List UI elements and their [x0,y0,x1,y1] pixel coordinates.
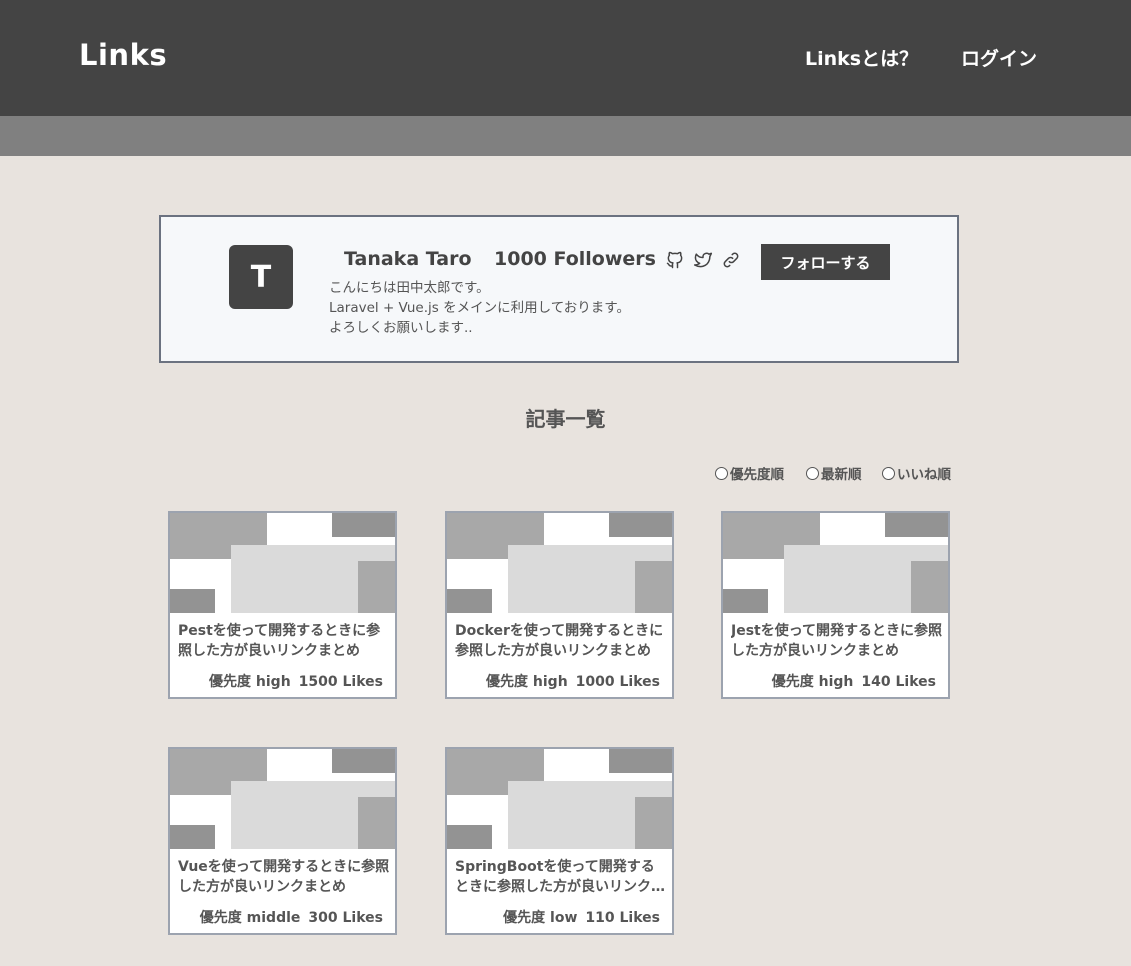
profile-bio: こんにちは田中太郎です。 Laravel + Vue.js をメインに利用してお… [329,278,630,338]
article-title: Pestを使って開発するときに参照した方が良いリンクまとめ [178,623,381,659]
article-title: Jestを使って開発するときに参照した方が良いリンクまとめ [731,623,943,659]
nav-about-link[interactable]: Linksとは？ [805,44,918,71]
sort-newest-radio[interactable]: 最新順 [806,463,862,483]
article-meta: 優先度 high 140 Likes [772,671,936,691]
nav-login-link[interactable]: ログイン [961,44,1037,71]
article-thumbnail [170,749,395,849]
article-priority: 優先度 high [209,674,291,690]
avatar: T [229,245,293,309]
article-thumbnail [447,749,672,849]
article-meta: 優先度 high 1500 Likes [209,671,383,691]
radio-circle[interactable] [715,466,728,480]
github-icon[interactable] [665,250,685,270]
sort-likes-radio[interactable]: いいね順 [882,463,951,483]
article-title: Dockerを使って開発するときに参照した方が良いリンクまとめ [455,623,664,659]
follow-button[interactable]: フォローする [761,244,890,280]
article-card[interactable]: Vueを使って開発するときに参照した方が良いリンクまとめ 優先度 middle 3… [168,747,397,935]
top-header: Links Linksとは？ ログイン [0,0,1131,116]
article-likes: 110 Likes [585,910,660,926]
article-priority: 優先度 high [486,674,568,690]
article-thumbnail [170,513,395,613]
article-likes: 300 Likes [308,910,383,926]
article-meta: 優先度 middle 300 Likes [200,907,383,927]
article-likes: 1000 Likes [575,674,660,690]
link-icon[interactable] [721,250,741,270]
twitter-icon[interactable] [693,250,713,270]
article-card[interactable]: Dockerを使って開発するときに参照した方が良いリンクまとめ 優先度 high… [445,511,674,699]
article-likes: 140 Likes [861,674,936,690]
articles-heading: 記事一覧 [525,407,606,431]
article-card[interactable]: Jestを使って開発するときに参照した方が良いリンクまとめ 優先度 high 14… [721,511,950,699]
sort-label: 最新順 [821,467,862,483]
sub-header-bar [0,116,1131,156]
article-card[interactable]: SpringBootを使って開発するときに参照した方が良いリンクまとめ 優先度 … [445,747,674,935]
article-priority: 優先度 low [503,910,578,926]
bio-line: Laravel + Vue.js をメインに利用しております。 [329,300,630,316]
profile-card: T Tanaka Taro 1000 Followers フォローする こんにち… [159,215,959,363]
article-meta: 優先度 high 1000 Likes [486,671,660,691]
article-meta: 優先度 low 110 Likes [503,907,660,927]
sort-label: 優先度順 [730,467,784,483]
article-card[interactable]: Pestを使って開発するときに参照した方が良いリンクまとめ 優先度 high 15… [168,511,397,699]
radio-circle[interactable] [806,466,819,480]
site-logo[interactable]: Links [79,38,167,72]
radio-circle[interactable] [882,466,895,480]
article-priority: 優先度 high [771,674,854,690]
article-title: SpringBootを使って開発するときに参照した方が良いリンクまとめ [455,859,665,895]
followers-count[interactable]: 1000 Followers [494,248,656,270]
article-priority: 優先度 middle [199,910,301,926]
bio-line: よろしくお願いします.. [329,320,473,336]
sort-label: いいね順 [897,467,951,483]
bio-line: こんにちは田中太郎です。 [329,280,490,296]
article-likes: 1500 Likes [298,674,383,690]
article-title: Vueを使って開発するときに参照した方が良いリンクまとめ [178,859,390,895]
article-thumbnail [447,513,672,613]
article-thumbnail [723,513,948,613]
user-name: Tanaka Taro [344,248,472,270]
sort-priority-radio[interactable]: 優先度順 [715,463,784,483]
